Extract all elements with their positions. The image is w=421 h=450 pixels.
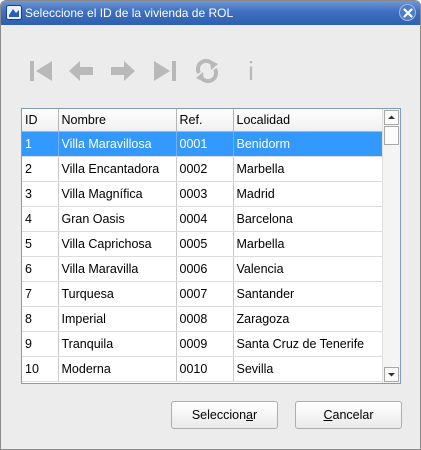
cell-id: 10 — [22, 356, 59, 382]
cell-ref: 0002 — [176, 156, 234, 182]
table-row[interactable]: 4 Gran Oasis 0004 Barcelona — [22, 206, 384, 232]
cell-ref: 0010 — [176, 356, 234, 382]
cell-id: 6 — [22, 256, 59, 282]
cell-id: 3 — [22, 181, 59, 207]
cell-localidad: Marbella — [233, 231, 384, 257]
table-row[interactable]: 3 Villa Magnífica 0003 Madrid — [22, 181, 384, 207]
title-bar[interactable]: Seleccione el ID de la vivienda de ROL — [1, 1, 420, 25]
table-row[interactable]: 10 Moderna 0010 Sevilla — [22, 356, 384, 382]
select-button-label: Seleccionar — [191, 408, 258, 422]
cell-localidad: Zaragoza — [233, 306, 384, 332]
info-icon[interactable]: i — [237, 57, 265, 85]
column-header-localidad[interactable]: Localidad — [233, 109, 384, 132]
cell-ref: 0008 — [176, 306, 234, 332]
cell-ref: 0009 — [176, 331, 234, 357]
cell-localidad: Barcelona — [233, 206, 384, 232]
next-record-button[interactable] — [109, 57, 137, 85]
scroll-down-button[interactable] — [384, 367, 399, 382]
app-icon — [6, 5, 22, 20]
table-row[interactable]: 2 Villa Encantadora 0002 Marbella — [22, 156, 384, 182]
last-record-icon — [154, 61, 176, 81]
table-row[interactable]: 7 Turquesa 0007 Santander — [22, 281, 384, 307]
cell-localidad: Santa Cruz de Tenerife — [233, 331, 384, 357]
cell-ref: 0006 — [176, 256, 234, 282]
cell-localidad: Madrid — [233, 181, 384, 207]
cell-nombre: Villa Magnífica — [58, 181, 177, 207]
first-record-icon — [30, 61, 52, 81]
cell-localidad: Santander — [233, 281, 384, 307]
cell-id: 9 — [22, 331, 59, 357]
cell-ref: 0005 — [176, 231, 234, 257]
close-button[interactable] — [399, 4, 416, 21]
cell-ref: 0007 — [176, 281, 234, 307]
cell-nombre: Villa Maravilla — [58, 256, 177, 282]
cell-nombre: Gran Oasis — [58, 206, 177, 232]
close-icon — [403, 8, 413, 18]
scroll-down-arrow-icon — [388, 373, 395, 377]
cell-id: 4 — [22, 206, 59, 232]
dialog-window: Seleccione el ID de la vivienda de ROL i… — [0, 0, 421, 450]
last-record-button[interactable] — [151, 57, 179, 85]
column-header-ref[interactable]: Ref. — [176, 109, 234, 132]
table-row[interactable]: 1 Villa Maravillosa 0001 Benidorm — [22, 131, 384, 157]
cell-nombre: Villa Maravillosa — [58, 131, 177, 157]
cell-ref: 0001 — [176, 131, 234, 157]
table-row[interactable]: 5 Villa Caprichosa 0005 Marbella — [22, 231, 384, 257]
cancel-button[interactable]: Cancelar — [295, 401, 402, 429]
scroll-up-arrow-icon — [388, 115, 395, 119]
cell-id: 1 — [22, 131, 59, 157]
cell-ref: 0003 — [176, 181, 234, 207]
table-body: 1 Villa Maravillosa 0001 Benidorm 2 Villa Enc… — [22, 131, 384, 382]
cell-nombre: Tranquila — [58, 331, 177, 357]
next-record-icon — [111, 61, 135, 81]
column-header-id[interactable]: ID — [22, 109, 59, 132]
select-button[interactable]: Seleccionar — [171, 401, 278, 429]
previous-record-button[interactable] — [67, 57, 95, 85]
cell-localidad: Valencia — [233, 256, 384, 282]
housing-table[interactable]: ID Nombre Ref. Localidad 1 Villa Maravill… — [21, 108, 401, 384]
table-row[interactable]: 6 Villa Maravilla 0006 Valencia — [22, 256, 384, 282]
window-title: Seleccione el ID de la vivienda de ROL — [25, 6, 234, 20]
cell-nombre: Imperial — [58, 306, 177, 332]
previous-record-icon — [69, 61, 93, 81]
scrollbar-thumb[interactable] — [384, 126, 399, 145]
cell-nombre: Moderna — [58, 356, 177, 382]
cancel-button-label: Cancelar — [323, 408, 374, 422]
refresh-button[interactable] — [193, 57, 221, 85]
cell-id: 5 — [22, 231, 59, 257]
column-header-nombre[interactable]: Nombre — [58, 109, 177, 132]
housing-table-grid: ID Nombre Ref. Localidad 1 Villa Maravill… — [22, 109, 384, 382]
cell-nombre: Villa Caprichosa — [58, 231, 177, 257]
cell-id: 7 — [22, 281, 59, 307]
cell-ref: 0004 — [176, 206, 234, 232]
cell-nombre: Villa Encantadora — [58, 156, 177, 182]
vertical-scrollbar[interactable] — [382, 109, 400, 383]
cell-id: 8 — [22, 306, 59, 332]
refresh-icon — [195, 58, 219, 84]
cell-id: 2 — [22, 156, 59, 182]
table-header-row: ID Nombre Ref. Localidad — [22, 109, 384, 132]
cell-localidad: Marbella — [233, 156, 384, 182]
cell-localidad: Sevilla — [233, 356, 384, 382]
cell-nombre: Turquesa — [58, 281, 177, 307]
first-record-button[interactable] — [27, 57, 55, 85]
scroll-up-button[interactable] — [384, 110, 399, 125]
cell-localidad: Benidorm — [233, 131, 384, 157]
table-row[interactable]: 8 Imperial 0008 Zaragoza — [22, 306, 384, 332]
table-row[interactable]: 9 Tranquila 0009 Santa Cruz de Tenerife — [22, 331, 384, 357]
